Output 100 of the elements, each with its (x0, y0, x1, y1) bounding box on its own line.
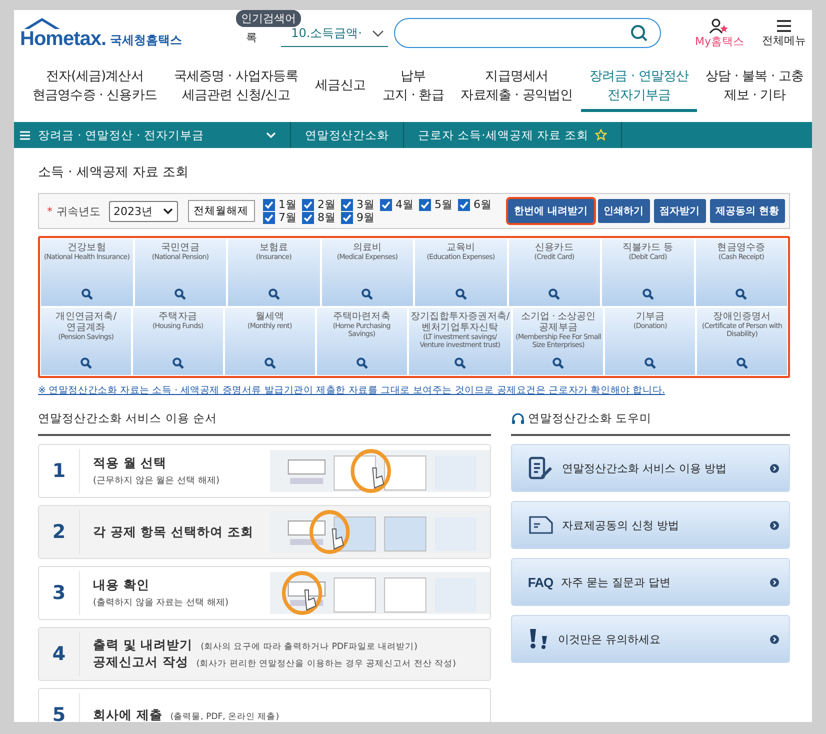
search-icon[interactable] (80, 357, 92, 369)
action-button[interactable]: 한번에 내려받기 (508, 199, 594, 223)
search-icon[interactable] (642, 288, 654, 300)
search-icon[interactable] (356, 357, 368, 369)
month-label: 2월 (318, 198, 336, 211)
month-checkbox[interactable] (262, 198, 274, 210)
step-subtitle: (근무하지 않은 월은 선택 해제) (93, 475, 220, 487)
search-icon[interactable] (644, 357, 656, 369)
star-icon[interactable] (594, 129, 607, 141)
step-title: 각 공제 항목 선택하여 조회 (93, 524, 254, 540)
search-icon[interactable] (268, 288, 280, 300)
breadcrumb-item[interactable]: 근로자 소득·세액공제 자료 조회 (418, 128, 589, 142)
search-icon[interactable] (735, 288, 748, 300)
roof-icon (22, 16, 62, 30)
helper-button[interactable]: 이것만은 유의하세요 (510, 615, 790, 663)
category-name: 소기업 · 소상공인 공제부금 (520, 311, 597, 333)
chevron-down-icon (162, 208, 172, 214)
exclamation-icon (528, 628, 550, 650)
month-checkbox[interactable] (458, 198, 470, 210)
my-hometax-link[interactable]: My홈택스 (694, 34, 744, 48)
helper-button[interactable]: 자료제공동의 신청 방법 (510, 501, 790, 549)
arrow-circle-icon (770, 464, 779, 472)
month-checkbox[interactable] (302, 212, 314, 224)
search-icon[interactable] (552, 357, 564, 369)
nav-tab[interactable]: 지급명세서 자료제출 · 공익법인 (452, 62, 582, 112)
nav-tab[interactable]: 전자(세금)계산서 현금영수증 · 신용카드 (24, 62, 166, 112)
nav-tab[interactable]: 장려금 · 연말정산 전자기부금 (581, 62, 698, 112)
nav-tab[interactable]: 납부 고지 · 환급 (374, 62, 452, 112)
step-number: 5 (39, 693, 80, 722)
helper-button[interactable]: FAQ 자주 묻는 질문과 답변 (510, 558, 790, 606)
step-note: (출력물, PDF, 온라인 제출) (170, 710, 280, 722)
search-icon[interactable] (264, 357, 276, 369)
arrow-circle-icon (770, 634, 779, 644)
month-checkbox[interactable] (340, 198, 352, 210)
step-note: (회사의 요구에 따라 출력하거나 PDF파일로 내려받기) (200, 641, 418, 653)
month-label: 9월 (356, 211, 374, 224)
category-name: 보험료 (258, 242, 290, 253)
month-label: 5월 (434, 198, 452, 211)
breadcrumb-item[interactable]: 장려금 · 연말정산 · 전자기부금 (38, 128, 204, 142)
category-name: 월세액 (254, 311, 286, 322)
category-name: 신용카드 (534, 242, 574, 253)
month-checkbox[interactable] (380, 198, 392, 210)
search-icon[interactable] (548, 288, 560, 300)
helper-button[interactable]: 연말정산간소화 서비스 이용 방법 (510, 444, 790, 492)
category-name: 주택마련저축 (332, 311, 392, 322)
step-number: 1 (39, 449, 80, 493)
step-number: 3 (39, 571, 80, 615)
action-button[interactable]: 제공동의 현황 (710, 199, 785, 223)
breadcrumb-item[interactable]: 연말정산간소화 (305, 128, 389, 142)
nav-tab[interactable]: 국세증명 · 사업자등록 세금관련 신청/신고 (165, 62, 307, 112)
month-label: 3월 (356, 198, 374, 211)
month-label: 8월 (318, 211, 336, 224)
arrow-circle-icon (770, 520, 779, 530)
nav-tab[interactable]: 세금신고 (306, 72, 374, 102)
category-name: 현금영수증 (716, 242, 766, 253)
step-title: 회사에 제출 (93, 706, 162, 722)
category-name: 장애인증명서 (712, 311, 772, 322)
year-select[interactable]: 2023년 (108, 200, 178, 222)
headset-icon (510, 412, 525, 424)
nav-tab[interactable]: 상담 · 불복 · 고충 제보 · 기타 (697, 62, 812, 112)
search-icon[interactable] (736, 357, 748, 369)
step-number: 2 (39, 510, 80, 554)
section-title: 연말정산간소화 도우미 (528, 411, 652, 426)
chevron-down-icon (372, 30, 384, 38)
search-icon[interactable] (454, 357, 466, 369)
category-name: 의료비 (352, 242, 383, 253)
action-button[interactable]: 점자받기 (654, 199, 706, 223)
popular-search-text: 록 (246, 30, 258, 44)
month-label: 4월 (396, 198, 414, 211)
search-icon[interactable] (172, 357, 184, 369)
month-checkbox[interactable] (262, 212, 274, 224)
menu-icon[interactable] (776, 18, 792, 32)
month-checkbox[interactable] (418, 198, 430, 210)
month-checkbox[interactable] (302, 198, 314, 210)
search-icon[interactable] (454, 288, 467, 300)
clear-months-button[interactable]: 전체월해제 (188, 200, 254, 222)
all-menu-link[interactable]: 전체메뉴 (762, 32, 806, 48)
step-subtitle: (출력하지 않을 자료는 선택 해제) (93, 597, 228, 609)
search-icon[interactable] (80, 288, 93, 300)
month-checkbox[interactable] (340, 212, 352, 224)
category-name: 교육비 (445, 242, 476, 253)
logo-wordmark[interactable]: Hometax. (20, 28, 106, 50)
search-icon[interactable] (361, 288, 374, 300)
chevron-down-icon[interactable] (266, 132, 276, 138)
user-icon[interactable] (709, 18, 730, 34)
search-field[interactable] (394, 18, 661, 48)
category-name: 장기집합투자증권저축/ 벤처기업투자신탁 (410, 311, 511, 333)
search-icon[interactable] (174, 288, 186, 300)
search-icon[interactable] (630, 24, 648, 42)
step-title: 적용 월 선택 (93, 455, 167, 472)
month-label: 7월 (278, 211, 296, 224)
section-title: 연말정산간소화 서비스 이용 순서 (38, 411, 491, 436)
step-number: 4 (39, 632, 80, 676)
month-label: 1월 (278, 198, 296, 211)
category-name: 주택자금 (158, 311, 198, 322)
action-button[interactable]: 인쇄하기 (598, 199, 650, 223)
document-icon (528, 515, 554, 535)
notice-link[interactable]: ※ 연말정산간소화 자료는 소득 · 세액공제 증명서류 발급기관이 제출한 자료를 그대로 보여주는 것이므로 공제요건은 근로자가 확인해야 합니다. (38, 384, 665, 397)
month-label: 6월 (474, 198, 492, 211)
step-title: 내용 확인 (93, 577, 150, 594)
